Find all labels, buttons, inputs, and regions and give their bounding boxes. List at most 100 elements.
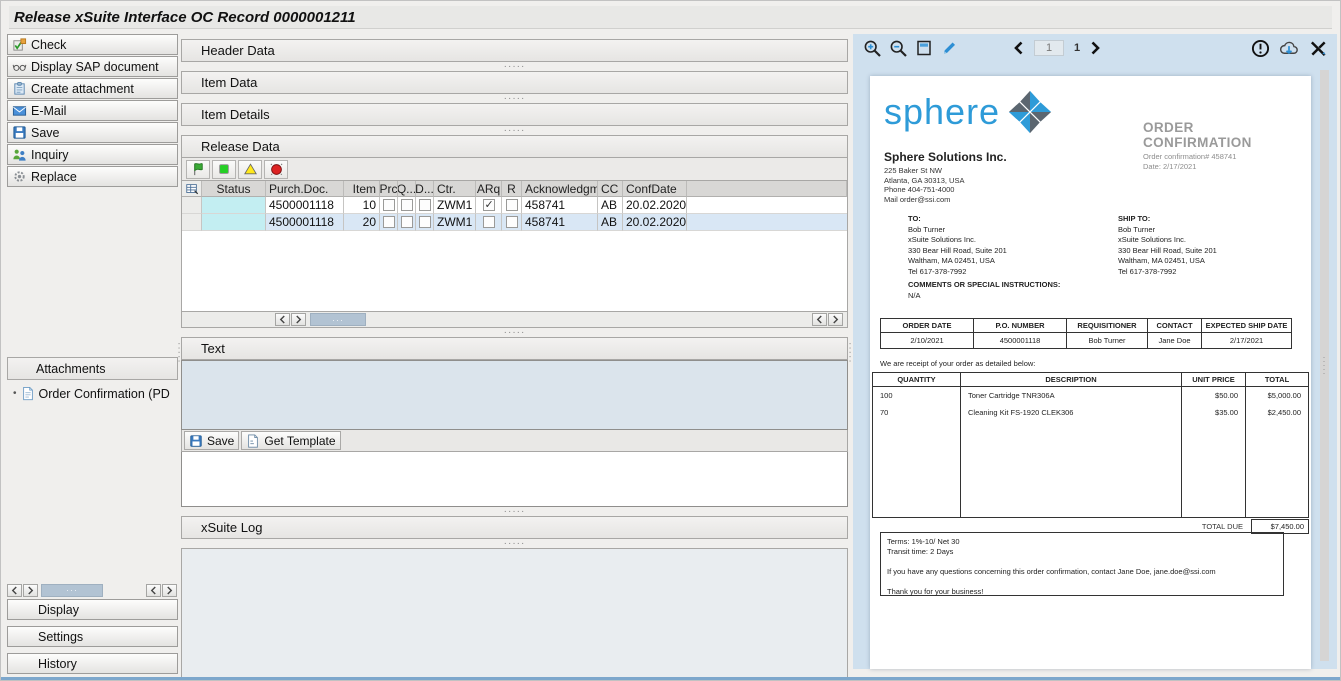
create-attachment-button[interactable]: Create attachment — [7, 78, 178, 99]
col-confdate[interactable]: ConfDate — [623, 181, 687, 197]
create-attachment-icon — [12, 81, 27, 96]
col-q[interactable]: Q... — [398, 181, 416, 197]
to-line: Tel 617-378-7992 — [908, 267, 1007, 278]
scrollbar-thumb[interactable] — [310, 313, 366, 326]
q-checkbox[interactable] — [401, 216, 413, 228]
attachment-item-label: Order Confirmation (PD — [39, 387, 170, 401]
tools-button[interactable] — [1305, 36, 1331, 60]
splitter-grip[interactable] — [181, 507, 848, 516]
text-section[interactable]: Text — [181, 337, 848, 360]
r-checkbox[interactable] — [506, 199, 518, 211]
next-page-button[interactable] — [1090, 41, 1101, 55]
right-splitter[interactable] — [848, 34, 852, 671]
chevron-left-icon[interactable] — [275, 313, 290, 326]
alert-button[interactable] — [1247, 36, 1273, 60]
splitter-grip[interactable] — [181, 539, 848, 548]
zoom-out-button[interactable] — [885, 36, 911, 60]
check-button[interactable]: Check — [7, 34, 178, 55]
chevron-left-icon[interactable] — [812, 313, 827, 326]
row-selector[interactable] — [182, 214, 202, 231]
history-button[interactable]: History — [7, 653, 178, 674]
save-button[interactable]: Save — [7, 122, 178, 143]
d-checkbox[interactable] — [419, 216, 431, 228]
yellow-triangle-button[interactable] — [238, 160, 262, 179]
settings-button[interactable]: Settings — [7, 626, 178, 647]
splitter-grip[interactable] — [181, 126, 848, 135]
attachments-header[interactable]: Attachments — [7, 357, 178, 380]
display-button[interactable]: Display — [7, 599, 178, 620]
viewer-splitter-grip[interactable] — [1320, 70, 1329, 661]
table-row[interactable]: 4500001118 10 ZWM1 458741 AB 20.02.2020 — [182, 197, 847, 214]
col-item[interactable]: Item — [344, 181, 380, 197]
chevron-left-icon[interactable] — [146, 584, 161, 597]
text-display-area[interactable] — [181, 360, 848, 430]
release-data-section[interactable]: Release Data — [181, 135, 848, 158]
table-row[interactable]: 4500001118 20 ZWM1 458741 AB 20.02.2020 — [182, 214, 847, 231]
section-label: Text — [201, 341, 225, 356]
splitter-grip[interactable] — [181, 94, 848, 103]
ship-to-heading: SHIP TO: — [1118, 214, 1217, 225]
scrollbar-thumb[interactable] — [41, 584, 103, 597]
chevron-left-icon[interactable] — [7, 584, 22, 597]
chevron-right-icon[interactable] — [162, 584, 177, 597]
item-details-section[interactable]: Item Details — [181, 103, 848, 126]
r-checkbox[interactable] — [506, 216, 518, 228]
attachments-section: Attachments — [7, 357, 178, 380]
vendor-address-line: Atlanta, GA 30313, USA — [884, 176, 964, 186]
bullet-icon: • — [13, 388, 17, 399]
chevron-right-icon[interactable] — [23, 584, 38, 597]
download-button[interactable] — [1276, 36, 1302, 60]
d-checkbox[interactable] — [419, 199, 431, 211]
red-circle-button[interactable] — [264, 160, 288, 179]
text-save-button[interactable]: Save — [184, 431, 239, 450]
acknowledgment-cell: 458741 — [522, 197, 598, 214]
page-number-input[interactable] — [1034, 40, 1064, 56]
highlighter-button[interactable] — [937, 36, 963, 60]
col-d[interactable]: D... — [416, 181, 434, 197]
get-template-button[interactable]: Get Template — [241, 431, 340, 450]
replace-button[interactable]: Replace — [7, 166, 178, 187]
splitter-grip[interactable] — [181, 328, 848, 337]
section-label: Item Data — [201, 75, 257, 90]
display-sap-document-button[interactable]: Display SAP document — [7, 56, 178, 77]
email-button[interactable]: E-Mail — [7, 100, 178, 121]
total-due-label: TOTAL DUE — [1202, 522, 1243, 531]
pdf-page: sphere Sphere Solutions Inc. 225 Baker S… — [870, 76, 1311, 669]
to-heading: TO: — [908, 214, 1007, 225]
q-checkbox[interactable] — [401, 199, 413, 211]
zoom-in-button[interactable] — [859, 36, 885, 60]
splitter-grip[interactable] — [181, 62, 848, 71]
prc-checkbox[interactable] — [383, 216, 395, 228]
col-prc[interactable]: Prc — [380, 181, 398, 197]
row-selector[interactable] — [182, 197, 202, 214]
col-ctr[interactable]: Ctr. — [434, 181, 476, 197]
select-all-icon[interactable] — [182, 181, 202, 197]
inquiry-button[interactable]: Inquiry — [7, 144, 178, 165]
document-header: ORDER CONFIRMATION Order confirmation# 4… — [1143, 120, 1293, 171]
green-flag-button[interactable] — [186, 160, 210, 179]
arq-checkbox[interactable] — [483, 216, 495, 228]
header-data-section[interactable]: Header Data — [181, 39, 848, 62]
terms-line: If you have any questions concerning thi… — [887, 567, 1277, 577]
text-edit-area[interactable] — [181, 452, 848, 507]
xsuite-log-section[interactable]: xSuite Log — [181, 516, 848, 539]
col-purch-doc[interactable]: Purch.Doc. — [266, 181, 344, 197]
item-data-section[interactable]: Item Data — [181, 71, 848, 94]
text-toolbar: Save Get Template — [181, 430, 848, 452]
col-r[interactable]: R — [502, 181, 522, 197]
col-cc[interactable]: CC — [598, 181, 623, 197]
pinwheel-logo-icon — [1008, 90, 1052, 134]
attachment-item[interactable]: • Order Confirmation (PD — [13, 386, 170, 401]
col-acknowledgment[interactable]: Acknowledgment — [522, 181, 598, 197]
prc-checkbox[interactable] — [383, 199, 395, 211]
arq-checkbox[interactable] — [483, 199, 495, 211]
col-status[interactable]: Status — [202, 181, 266, 197]
chevron-right-icon[interactable] — [291, 313, 306, 326]
chevron-right-icon[interactable] — [828, 313, 843, 326]
fit-page-button[interactable] — [911, 36, 937, 60]
col-arq[interactable]: ARq — [476, 181, 502, 197]
items-header: TOTAL — [1246, 373, 1308, 387]
previous-page-button[interactable] — [1013, 41, 1024, 55]
green-square-button[interactable] — [212, 160, 236, 179]
cc-cell: AB — [598, 214, 623, 231]
